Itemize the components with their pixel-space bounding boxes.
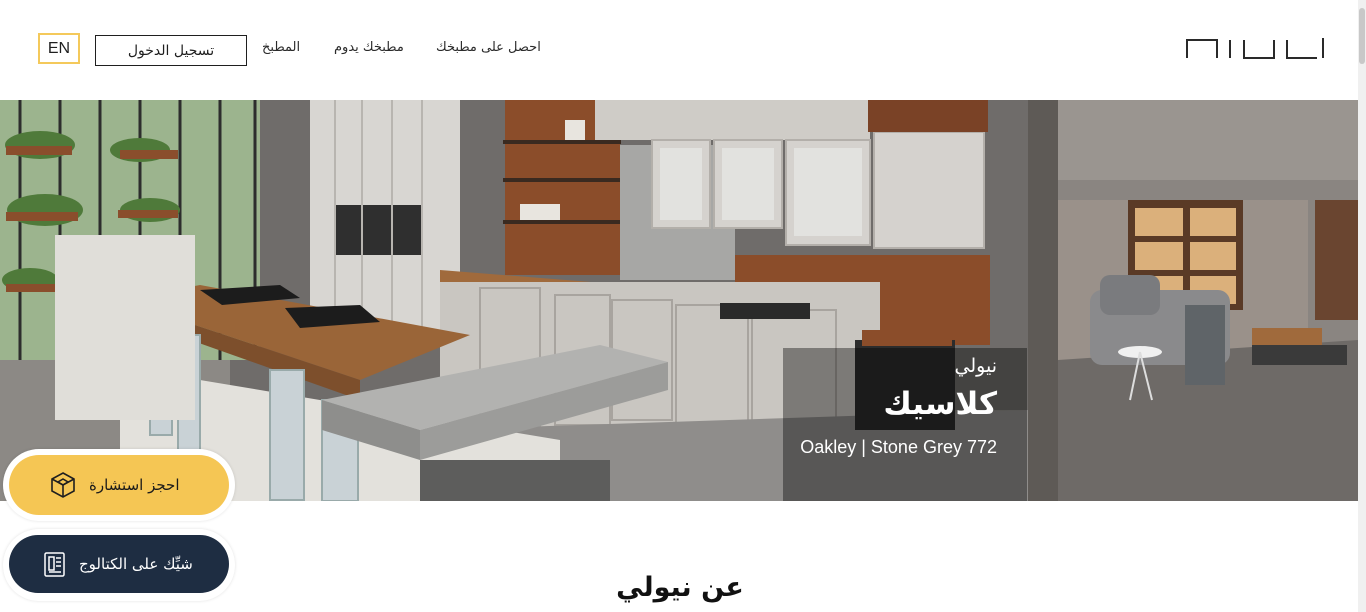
hero-brand: نيولي	[954, 355, 997, 377]
kitchen-photo	[0, 100, 1358, 501]
language-switch-button[interactable]: EN	[38, 33, 80, 64]
book-consultation-button[interactable]: احجز استشارة	[9, 455, 229, 515]
catalog-wrapper: شيِّك على الكتالوج	[3, 529, 235, 601]
view-catalog-label: شيِّك على الكتالوج	[79, 555, 193, 573]
nav-link-kitchen-day[interactable]: مطبخك يدوم	[334, 40, 404, 55]
site-header: EN تسجيل الدخول المطبخ مطبخك يدوم احصل ع…	[0, 0, 1358, 100]
nav-link-get-kitchen[interactable]: احصل على مطبخك	[436, 40, 541, 55]
login-button[interactable]: تسجيل الدخول	[95, 35, 247, 66]
about-heading: عن نيولي	[616, 572, 744, 603]
hero-title: كلاسيك	[883, 386, 997, 422]
view-catalog-button[interactable]: شيِّك على الكتالوج	[9, 535, 229, 593]
box-3d-icon	[51, 472, 75, 498]
logo[interactable]	[1186, 36, 1324, 60]
book-consultation-wrapper: احجز استشارة	[3, 449, 235, 521]
hero-banner: نيولي كلاسيك Oakley | Stone Grey 772	[0, 100, 1358, 501]
nav-link-kitchen[interactable]: المطبخ	[262, 40, 300, 55]
hero-subtitle: Oakley | Stone Grey 772	[800, 437, 997, 457]
catalog-icon	[44, 552, 65, 577]
page-scrollbar[interactable]	[1358, 0, 1366, 612]
hero-caption: نيولي كلاسيك Oakley | Stone Grey 772	[783, 348, 1001, 481]
scrollbar-thumb[interactable]	[1359, 8, 1365, 64]
book-consultation-label: احجز استشارة	[89, 476, 180, 494]
